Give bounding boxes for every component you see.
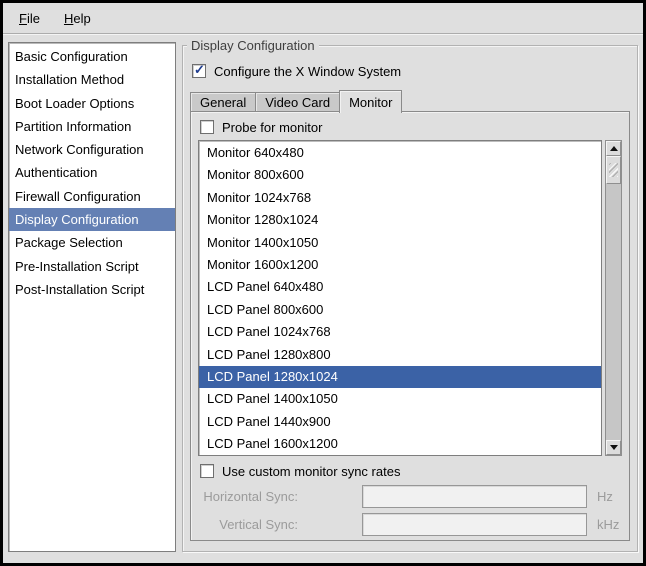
monitor-list-item[interactable]: LCD Panel 800x600 [199,299,601,321]
sidebar-list: Basic ConfigurationInstallation MethodBo… [8,42,176,552]
scroll-down-icon [610,445,618,450]
monitor-list-container: Monitor 640x480Monitor 800x600Monitor 10… [198,140,622,456]
monitor-list-item[interactable]: LCD Panel 1024x768 [199,321,601,343]
frame-title: Display Configuration [187,38,319,53]
sidebar-item[interactable]: Firewall Configuration [9,185,175,208]
vertical-sync-unit: kHz [597,517,619,532]
sidebar-item[interactable]: Network Configuration [9,138,175,161]
monitor-list-item[interactable]: LCD Panel 1600x1200 [199,433,601,455]
configure-x-checkbox[interactable]: ✓ Configure the X Window System [192,62,630,80]
vertical-sync-label: Vertical Sync: [198,517,298,532]
file-menu[interactable]: File [11,7,48,30]
probe-monitor-checkbox[interactable]: Probe for monitor [200,118,622,136]
vertical-sync-row: Vertical Sync: kHz [198,512,622,536]
sidebar-item[interactable]: Basic Configuration [9,45,175,68]
tab-video-card[interactable]: Video Card [255,92,340,112]
app-window: File Help Basic ConfigurationInstallatio… [0,0,646,566]
monitor-list-item[interactable]: Monitor 1280x1024 [199,209,601,231]
monitor-list-item[interactable]: Monitor 1400x1050 [199,232,601,254]
horizontal-sync-unit: Hz [597,489,613,504]
vertical-scrollbar[interactable] [605,140,622,456]
monitor-list-item[interactable]: Monitor 640x480 [199,142,601,164]
custom-sync-label: Use custom monitor sync rates [222,464,400,479]
checkmark-icon: ✓ [194,62,205,78]
custom-sync-checkbox[interactable]: Use custom monitor sync rates [200,462,622,480]
monitor-list-item[interactable]: LCD Panel 1280x1024 [199,366,601,388]
monitor-list-item[interactable]: LCD Panel 1440x900 [199,411,601,433]
tab-bar: GeneralVideo CardMonitor [190,90,630,112]
main-area: Basic ConfigurationInstallation MethodBo… [3,35,643,563]
configure-x-label: Configure the X Window System [214,64,401,79]
menubar: File Help [3,3,643,33]
probe-monitor-label: Probe for monitor [222,120,322,135]
monitor-list: Monitor 640x480Monitor 800x600Monitor 10… [198,140,602,456]
monitor-list-item[interactable]: Monitor 1024x768 [199,187,601,209]
monitor-tab-page: Probe for monitor Monitor 640x480Monitor… [190,111,630,541]
sidebar-item[interactable]: Partition Information [9,115,175,138]
sidebar-item[interactable]: Post-Installation Script [9,278,175,301]
sidebar-item[interactable]: Package Selection [9,231,175,254]
help-menu-mnemonic: H [64,11,73,26]
monitor-list-item[interactable]: LCD Panel 1400x1050 [199,388,601,410]
scroll-up-button[interactable] [606,141,621,156]
monitor-list-item[interactable]: LCD Panel 640x480 [199,276,601,298]
scrollbar-thumb[interactable] [606,156,621,184]
help-menu-label: elp [73,11,90,26]
scroll-down-button[interactable] [606,440,621,455]
vertical-sync-input[interactable] [362,513,587,536]
horizontal-sync-label: Horizontal Sync: [198,489,298,504]
display-configuration-frame: Display Configuration ✓ Configure the X … [182,45,638,552]
checkbox-box[interactable] [200,464,214,478]
file-menu-label: ile [27,11,40,26]
tab-general[interactable]: General [190,92,256,112]
help-menu[interactable]: Help [56,7,99,30]
sidebar-item[interactable]: Display Configuration [9,208,175,231]
scroll-up-icon [610,146,618,151]
tab-monitor[interactable]: Monitor [339,90,402,113]
sidebar-item[interactable]: Installation Method [9,68,175,91]
sidebar-item[interactable]: Pre-Installation Script [9,255,175,278]
monitor-list-item[interactable]: Monitor 1600x1200 [199,254,601,276]
horizontal-sync-input[interactable] [362,485,587,508]
horizontal-sync-row: Horizontal Sync: Hz [198,484,622,508]
file-menu-mnemonic: F [19,11,27,26]
right-panel: Display Configuration ✓ Configure the X … [182,42,638,563]
monitor-list-item[interactable]: Monitor 800x600 [199,164,601,186]
monitor-list-item[interactable]: LCD Panel 1280x800 [199,344,601,366]
scrollbar-grip-icon [609,163,618,177]
sidebar-item[interactable]: Authentication [9,161,175,184]
checkbox-box[interactable] [200,120,214,134]
sidebar-item[interactable]: Boot Loader Options [9,92,175,115]
checkbox-box[interactable]: ✓ [192,64,206,78]
